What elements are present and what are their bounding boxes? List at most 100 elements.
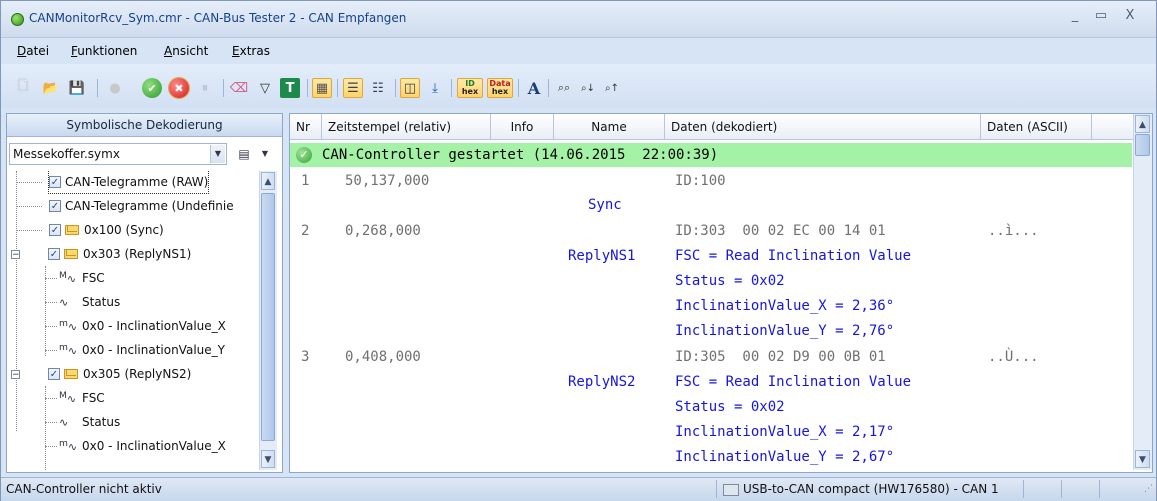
- menu-datei[interactable]: Datei: [17, 44, 49, 58]
- combo-value: Messekoffer.symx: [13, 147, 120, 161]
- autoscroll-icon[interactable]: ⤓: [425, 78, 445, 98]
- toolbar-separator: [395, 79, 396, 97]
- title-bar: CANMonitorRcv_Sym.cmr - CAN-Bus Tester 2…: [1, 1, 1156, 38]
- collapse-icon[interactable]: −: [11, 369, 20, 379]
- cell-decoded: FSC = Read Inclination Value: [675, 248, 912, 264]
- find-next-icon[interactable]: ⌕↓: [578, 78, 598, 98]
- menu-extras[interactable]: Extras: [232, 44, 270, 58]
- status-divider: [1023, 480, 1024, 498]
- cell-name: ReplyNS2: [568, 374, 636, 390]
- cell-ascii: ..ì...: [988, 223, 1039, 239]
- device-status: USB-to-CAN compact (HW176580) - CAN 1: [716, 480, 1016, 498]
- grid-scrollbar[interactable]: ▲ ▼: [1133, 114, 1152, 470]
- font-icon[interactable]: A: [524, 78, 544, 98]
- filter-icon[interactable]: ▽: [255, 78, 275, 98]
- tree-item-inclination-x[interactable]: m∿ 0x0 - InclinationValue_X: [59, 435, 226, 457]
- new-file-icon[interactable]: 🗋: [13, 78, 33, 98]
- symbolic-decoding-panel: Symbolische Dekodierung Messekoffer.symx…: [6, 113, 283, 473]
- minimize-button[interactable]: _: [1064, 7, 1086, 25]
- tree-item-fsc[interactable]: M∿ FSC: [59, 267, 105, 289]
- column-header-nr[interactable]: Nr: [290, 114, 322, 140]
- tree-item-label: 0x0 - InclinationValue_Y: [82, 343, 225, 357]
- tree-item-0x100[interactable]: ✓ 0x100 (Sync): [49, 219, 164, 241]
- menu-funktionen[interactable]: Funktionen: [71, 44, 137, 58]
- maximize-button[interactable]: ▭: [1090, 7, 1112, 25]
- toolbar-separator: [518, 79, 519, 97]
- tree-item-status[interactable]: ∿ Status: [59, 291, 120, 313]
- document-icon[interactable]: ▤: [232, 143, 256, 165]
- scroll-up-icon[interactable]: ▲: [1135, 115, 1150, 133]
- save-icon[interactable]: 💾: [67, 78, 87, 98]
- close-button[interactable]: X: [1119, 7, 1141, 25]
- tree-item-label: 0x0 - InclinationValue_X: [82, 319, 226, 333]
- window-title: CANMonitorRcv_Sym.cmr - CAN-Bus Tester 2…: [29, 11, 407, 25]
- column-header-decoded[interactable]: Daten (dekodiert): [665, 114, 981, 140]
- controller-started-banner: ✓ CAN-Controller gestartet (14.06.2015 2…: [290, 143, 1132, 167]
- tree-item-0x303[interactable]: − ✓ 0x303 (ReplyNS1): [11, 243, 191, 265]
- symbol-file-combo[interactable]: Messekoffer.symx ▼: [9, 143, 227, 165]
- find-icon[interactable]: ⌕⌕: [554, 78, 574, 98]
- checkbox-checked-icon[interactable]: ✓: [49, 224, 61, 236]
- toolbar-separator: [307, 79, 308, 97]
- tree-item-inclination-x[interactable]: m∿ 0x0 - InclinationValue_X: [59, 315, 226, 337]
- envelope-icon: [64, 369, 78, 379]
- checkbox-checked-icon[interactable]: ✓: [48, 248, 60, 260]
- start-icon[interactable]: ✔: [142, 78, 162, 98]
- symbolic-view-icon[interactable]: ◫: [400, 78, 420, 98]
- dropdown-arrow-icon[interactable]: ▼: [258, 143, 272, 165]
- tree-item-fsc[interactable]: M∿ FSC: [59, 387, 105, 409]
- collapse-icon[interactable]: −: [11, 249, 20, 259]
- tree-scrollbar[interactable]: ▲ ▼: [259, 171, 277, 470]
- find-prev-icon[interactable]: ⌕↑: [602, 78, 622, 98]
- tree-item-undefined[interactable]: ✓ CAN-Telegramme (Undefinie: [49, 195, 234, 217]
- checkbox-checked-icon[interactable]: ✓: [49, 200, 61, 212]
- cell-timestamp: 50,137,000: [345, 173, 430, 189]
- tree-item-inclination-y[interactable]: m∿ 0x0 - InclinationValue_Y: [59, 339, 225, 361]
- scroll-thumb[interactable]: [261, 193, 275, 441]
- id-hex-icon[interactable]: ID hex: [457, 78, 483, 98]
- tree-item-0x305[interactable]: − ✓ 0x305 (ReplyNS2): [11, 363, 191, 385]
- checkbox-checked-icon[interactable]: ✓: [48, 368, 60, 380]
- resize-grip-icon[interactable]: ⋰: [1144, 484, 1153, 494]
- scroll-thumb[interactable]: [1135, 134, 1150, 156]
- tree-item-label: 0x100 (Sync): [84, 223, 164, 237]
- column-header-info[interactable]: Info: [491, 114, 554, 140]
- column-header-timestamp[interactable]: Zeitstempel (relativ): [322, 114, 491, 140]
- pause-disabled-icon[interactable]: ⏸: [195, 78, 215, 98]
- envelope-icon: [64, 249, 78, 259]
- open-folder-icon[interactable]: 📂: [41, 78, 61, 98]
- tree-item-status[interactable]: ∿ Status: [59, 411, 120, 433]
- cell-decoded: InclinationValue_Y = 2,76°: [675, 323, 895, 339]
- grid-view-icon[interactable]: ▦: [312, 78, 332, 98]
- menu-ansicht[interactable]: Ansicht: [164, 44, 208, 58]
- list-view-icon[interactable]: ☰: [343, 78, 363, 98]
- scroll-down-icon[interactable]: ▼: [261, 450, 275, 468]
- tree-line: [16, 230, 42, 231]
- signal-icon: ∿: [59, 415, 69, 429]
- tree-line: [16, 171, 17, 431]
- column-header-filler: [1092, 114, 1134, 140]
- cell-timestamp: 0,408,000: [345, 349, 421, 365]
- record-disabled-icon[interactable]: ●: [105, 78, 125, 98]
- trigger-icon[interactable]: T: [280, 78, 300, 98]
- tree-line: [45, 326, 57, 327]
- cell-decoded: Status = 0x02: [675, 273, 785, 289]
- toolbar-separator: [451, 79, 452, 97]
- list-view2-icon[interactable]: ☷: [368, 78, 388, 98]
- clear-icon[interactable]: ⌫: [229, 78, 249, 98]
- menu-bar: Datei Funktionen Ansicht Extras: [1, 38, 1156, 64]
- tree-line: [45, 446, 57, 447]
- column-header-ascii[interactable]: Daten (ASCII): [981, 114, 1092, 140]
- menu-label: atei: [26, 44, 50, 58]
- scroll-up-icon[interactable]: ▲: [261, 172, 275, 190]
- cell-decoded: InclinationValue_Y = 2,67°: [675, 449, 895, 465]
- panel-header: Symbolische Dekodierung: [7, 114, 282, 137]
- scroll-down-icon[interactable]: ▼: [1135, 450, 1150, 468]
- mux-signal-icon: m∿: [59, 318, 78, 334]
- data-hex-icon[interactable]: Data hex: [487, 78, 513, 98]
- column-header-name[interactable]: Name: [554, 114, 665, 140]
- chevron-down-icon[interactable]: ▼: [210, 145, 225, 163]
- stop-icon[interactable]: ✖: [168, 77, 190, 99]
- tree-item-raw[interactable]: ✓ CAN-Telegramme (RAW): [47, 171, 210, 194]
- checkbox-checked-icon[interactable]: ✓: [49, 176, 61, 188]
